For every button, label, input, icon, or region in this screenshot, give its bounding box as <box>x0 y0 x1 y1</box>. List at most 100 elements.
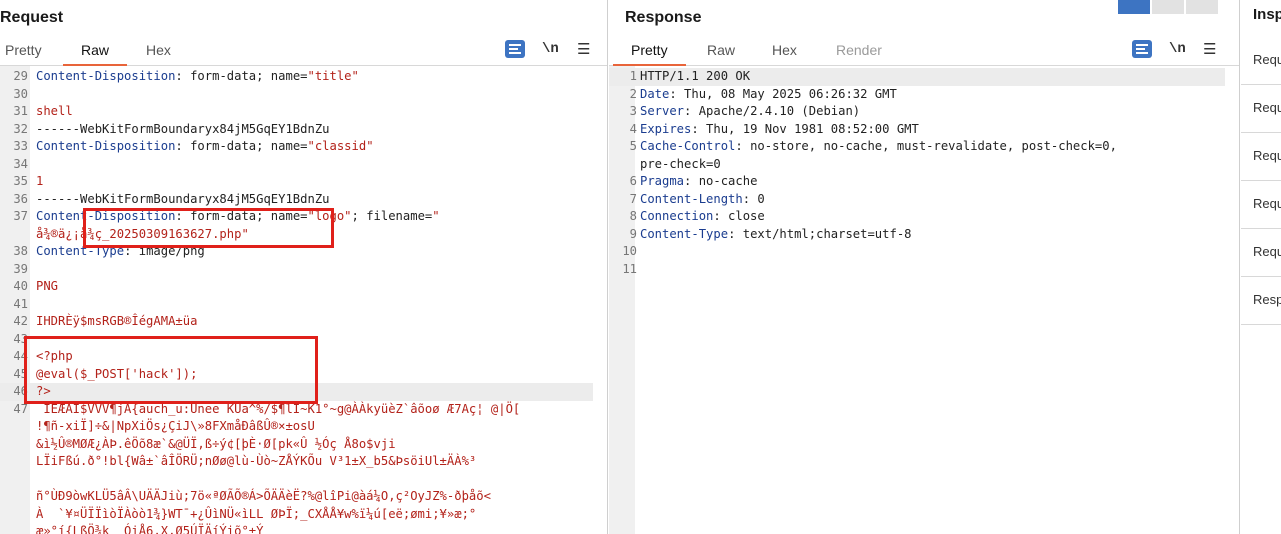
line-number: 5 <box>629 139 637 153</box>
inspector-row[interactable]: Requ <box>1241 37 1281 85</box>
code-text: Pragma: no-cache <box>640 174 758 188</box>
line-number: 35 <box>13 174 28 188</box>
code-text: æ»°í{LßÖ¾k ÓiÅ6,X,Ø5ÚÏÄíÝiõ°±Ý <box>36 524 264 534</box>
tab-hex[interactable]: Hex <box>772 42 797 58</box>
line-number: 4 <box>629 121 637 136</box>
line-number: 1 <box>629 69 637 83</box>
line-number: 42 <box>13 314 28 328</box>
hamburger-menu-icon[interactable]: ☰ <box>577 40 590 58</box>
line-number: 39 <box>13 261 28 276</box>
tab-raw[interactable]: Raw <box>707 42 735 58</box>
code-line[interactable]: 11 <box>609 261 1225 279</box>
code-line[interactable]: 10 <box>609 243 1225 261</box>
layout-split-icon[interactable] <box>1118 0 1150 14</box>
code-line[interactable]: 3 Server: Apache/2.4.10 (Debian) <box>609 103 1225 121</box>
code-line[interactable]: æ»°í{LßÖ¾k ÓiÅ6,X,Ø5ÚÏÄíÝiõ°±Ý <box>0 523 593 534</box>
code-line[interactable]: 36 ------WebKitFormBoundaryx84jM5GqEY1Bdn… <box>0 191 593 209</box>
inspector-row[interactable]: Requ <box>1241 85 1281 133</box>
inspector-row[interactable]: Requ <box>1241 229 1281 277</box>
code-line[interactable]: 6 Pragma: no-cache <box>609 173 1225 191</box>
inspector-row[interactable]: Requ <box>1241 181 1281 229</box>
tab-raw[interactable]: Raw <box>62 42 128 66</box>
code-text: pre-check=0 <box>640 156 721 171</box>
code-line[interactable]: 31 shell <box>0 103 593 121</box>
code-text: Server: Apache/2.4.10 (Debian) <box>640 104 861 118</box>
line-number: 30 <box>13 86 28 101</box>
line-number: 2 <box>629 86 637 101</box>
code-line[interactable]: 42 IHDRÈÿ$msRGB®ÎégAMA±üa <box>0 313 593 331</box>
code-line[interactable]: 39 <box>0 261 593 279</box>
line-number: 31 <box>13 104 28 118</box>
inspector-row[interactable]: Resp <box>1241 277 1281 325</box>
line-number: 8 <box>629 209 637 223</box>
code-text: Content-Length: 0 <box>640 191 765 206</box>
code-text: !¶ñ-xiÏ]÷&|NpXiÖs¿ÇiJ\»8FXmåÐâßÛ®×±osU <box>36 419 315 433</box>
line-number: 6 <box>629 174 637 188</box>
request-title: Request <box>0 9 64 26</box>
code-line[interactable] <box>0 471 593 489</box>
code-text: Expires: Thu, 19 Nov 1981 08:52:00 GMT <box>640 121 919 136</box>
line-number: 10 <box>622 244 637 258</box>
filename-highlight-box <box>83 208 334 248</box>
code-line[interactable]: 34 <box>0 156 593 174</box>
line-number: 34 <box>13 156 28 171</box>
code-line[interactable]: 32 ------WebKitFormBoundaryx84jM5GqEY1Bdn… <box>0 121 593 139</box>
code-line[interactable]: 7 Content-Length: 0 <box>609 191 1225 209</box>
code-text: IHDRÈÿ$msRGB®ÎégAMA±üa <box>36 314 198 328</box>
response-title: Response <box>625 9 702 26</box>
code-line[interactable]: 1 HTTP/1.1 200 OK <box>609 68 1225 86</box>
inspector-panel: Insp Requ Requ Requ Requ Requ Resp <box>1241 0 1281 534</box>
code-line[interactable]: 4 Expires: Thu, 19 Nov 1981 08:52:00 GMT <box>609 121 1225 139</box>
code-line[interactable]: LÏiFßú.ð°!bl{Wâ±`âÎÖRÜ;nØø@lù-Ùò~ZÅÝKÕu … <box>0 453 593 471</box>
code-line[interactable]: pre-check=0 <box>609 156 1225 174</box>
line-number: 29 <box>13 69 28 83</box>
code-line[interactable]: 5 Cache-Control: no-store, no-cache, must… <box>609 138 1225 156</box>
code-line[interactable]: 33 Content-Disposition: form-data; name="… <box>0 138 593 156</box>
code-line[interactable]: 40 PNG <box>0 278 593 296</box>
code-text: À `¥¤ÜÏÏìòÏÀòò1¾}WT¯+¿ÛìNÜ«ìLL ØÞÏ;_CXÅÅ… <box>36 506 477 521</box>
layout-toggle-group <box>1118 0 1222 14</box>
code-text: ñ°ÙÐ9òwKLÜ5âÂ\UÄÄJiù;7ö«ªØÃÕ®Á>ÕÄÄèË?%@l… <box>36 489 491 503</box>
tab-hex[interactable]: Hex <box>146 42 171 58</box>
word-wrap-icon[interactable] <box>1132 40 1152 58</box>
code-text: PNG <box>36 279 59 293</box>
line-number: 33 <box>13 139 28 153</box>
code-line[interactable]: 29 Content-Disposition: form-data; name="… <box>0 68 593 86</box>
newline-toggle-button[interactable]: \n <box>1169 41 1186 57</box>
tab-render[interactable]: Render <box>836 42 882 58</box>
code-text: Date: Thu, 08 May 2025 06:26:32 GMT <box>640 86 897 101</box>
code-line[interactable]: ñ°ÙÐ9òwKLÜ5âÂ\UÄÄJiù;7ö«ªØÃÕ®Á>ÕÄÄèË?%@l… <box>0 488 593 506</box>
code-line[interactable]: 41 <box>0 296 593 314</box>
code-line[interactable]: À `¥¤ÜÏÏìòÏÀòò1¾}WT¯+¿ÛìNÜ«ìLL ØÞÏ;_CXÅÅ… <box>0 506 593 524</box>
code-line[interactable]: !¶ñ-xiÏ]÷&|NpXiÖs¿ÇiJ\»8FXmåÐâßÛ®×±osU <box>0 418 593 436</box>
layout-single-icon[interactable] <box>1186 0 1218 14</box>
inspector-row[interactable]: Requ <box>1241 133 1281 181</box>
code-line[interactable]: 2 Date: Thu, 08 May 2025 06:26:32 GMT <box>609 86 1225 104</box>
newline-toggle-button[interactable]: \n <box>542 41 559 57</box>
word-wrap-icon[interactable] <box>505 40 525 58</box>
code-line[interactable]: 35 1 <box>0 173 593 191</box>
code-text: shell <box>36 104 73 118</box>
tab-pretty[interactable]: Pretty <box>5 42 42 58</box>
response-panel: Response Pretty Raw Hex Render \n ☰ 1 HTT… <box>609 0 1240 534</box>
code-line[interactable]: 9 Content-Type: text/html;charset=utf-8 <box>609 226 1225 244</box>
tab-pretty[interactable]: Pretty <box>613 42 685 66</box>
code-text: &ì½Û®MØÆ¿ÀÞ.êÖõ8æ`&@ÜÏ,ß÷ý¢[þÈ·Ø[pk«Û ½Ó… <box>36 436 396 451</box>
code-line[interactable]: &ì½Û®MØÆ¿ÀÞ.êÖõ8æ`&@ÜÏ,ß÷ý¢[þÈ·Ø[pk«Û ½Ó… <box>0 436 593 454</box>
code-line[interactable]: 30 <box>0 86 593 104</box>
code-text: HTTP/1.1 200 OK <box>640 69 751 83</box>
layout-rows-icon[interactable] <box>1152 0 1184 14</box>
response-editor[interactable]: 1 HTTP/1.1 200 OK 2 Date: Thu, 08 May 2025 … <box>609 66 1239 534</box>
code-text: Content-Disposition: form-data; name="ti… <box>36 69 359 83</box>
code-text: ------WebKitFormBoundaryx84jM5GqEY1BdnZu <box>36 191 330 206</box>
code-text: 1 <box>36 174 44 188</box>
code-text: Content-Disposition: form-data; name="cl… <box>36 139 374 153</box>
request-editor[interactable]: 29 Content-Disposition: form-data; name="… <box>0 66 607 534</box>
code-text: Cache-Control: no-store, no-cache, must-… <box>640 139 1117 153</box>
code-text: Connection: close <box>640 209 765 223</box>
line-number: 7 <box>629 191 637 206</box>
line-number: 9 <box>629 226 637 241</box>
code-line[interactable]: 8 Connection: close <box>609 208 1225 226</box>
hamburger-menu-icon[interactable]: ☰ <box>1203 40 1216 58</box>
line-number: 32 <box>13 121 28 136</box>
